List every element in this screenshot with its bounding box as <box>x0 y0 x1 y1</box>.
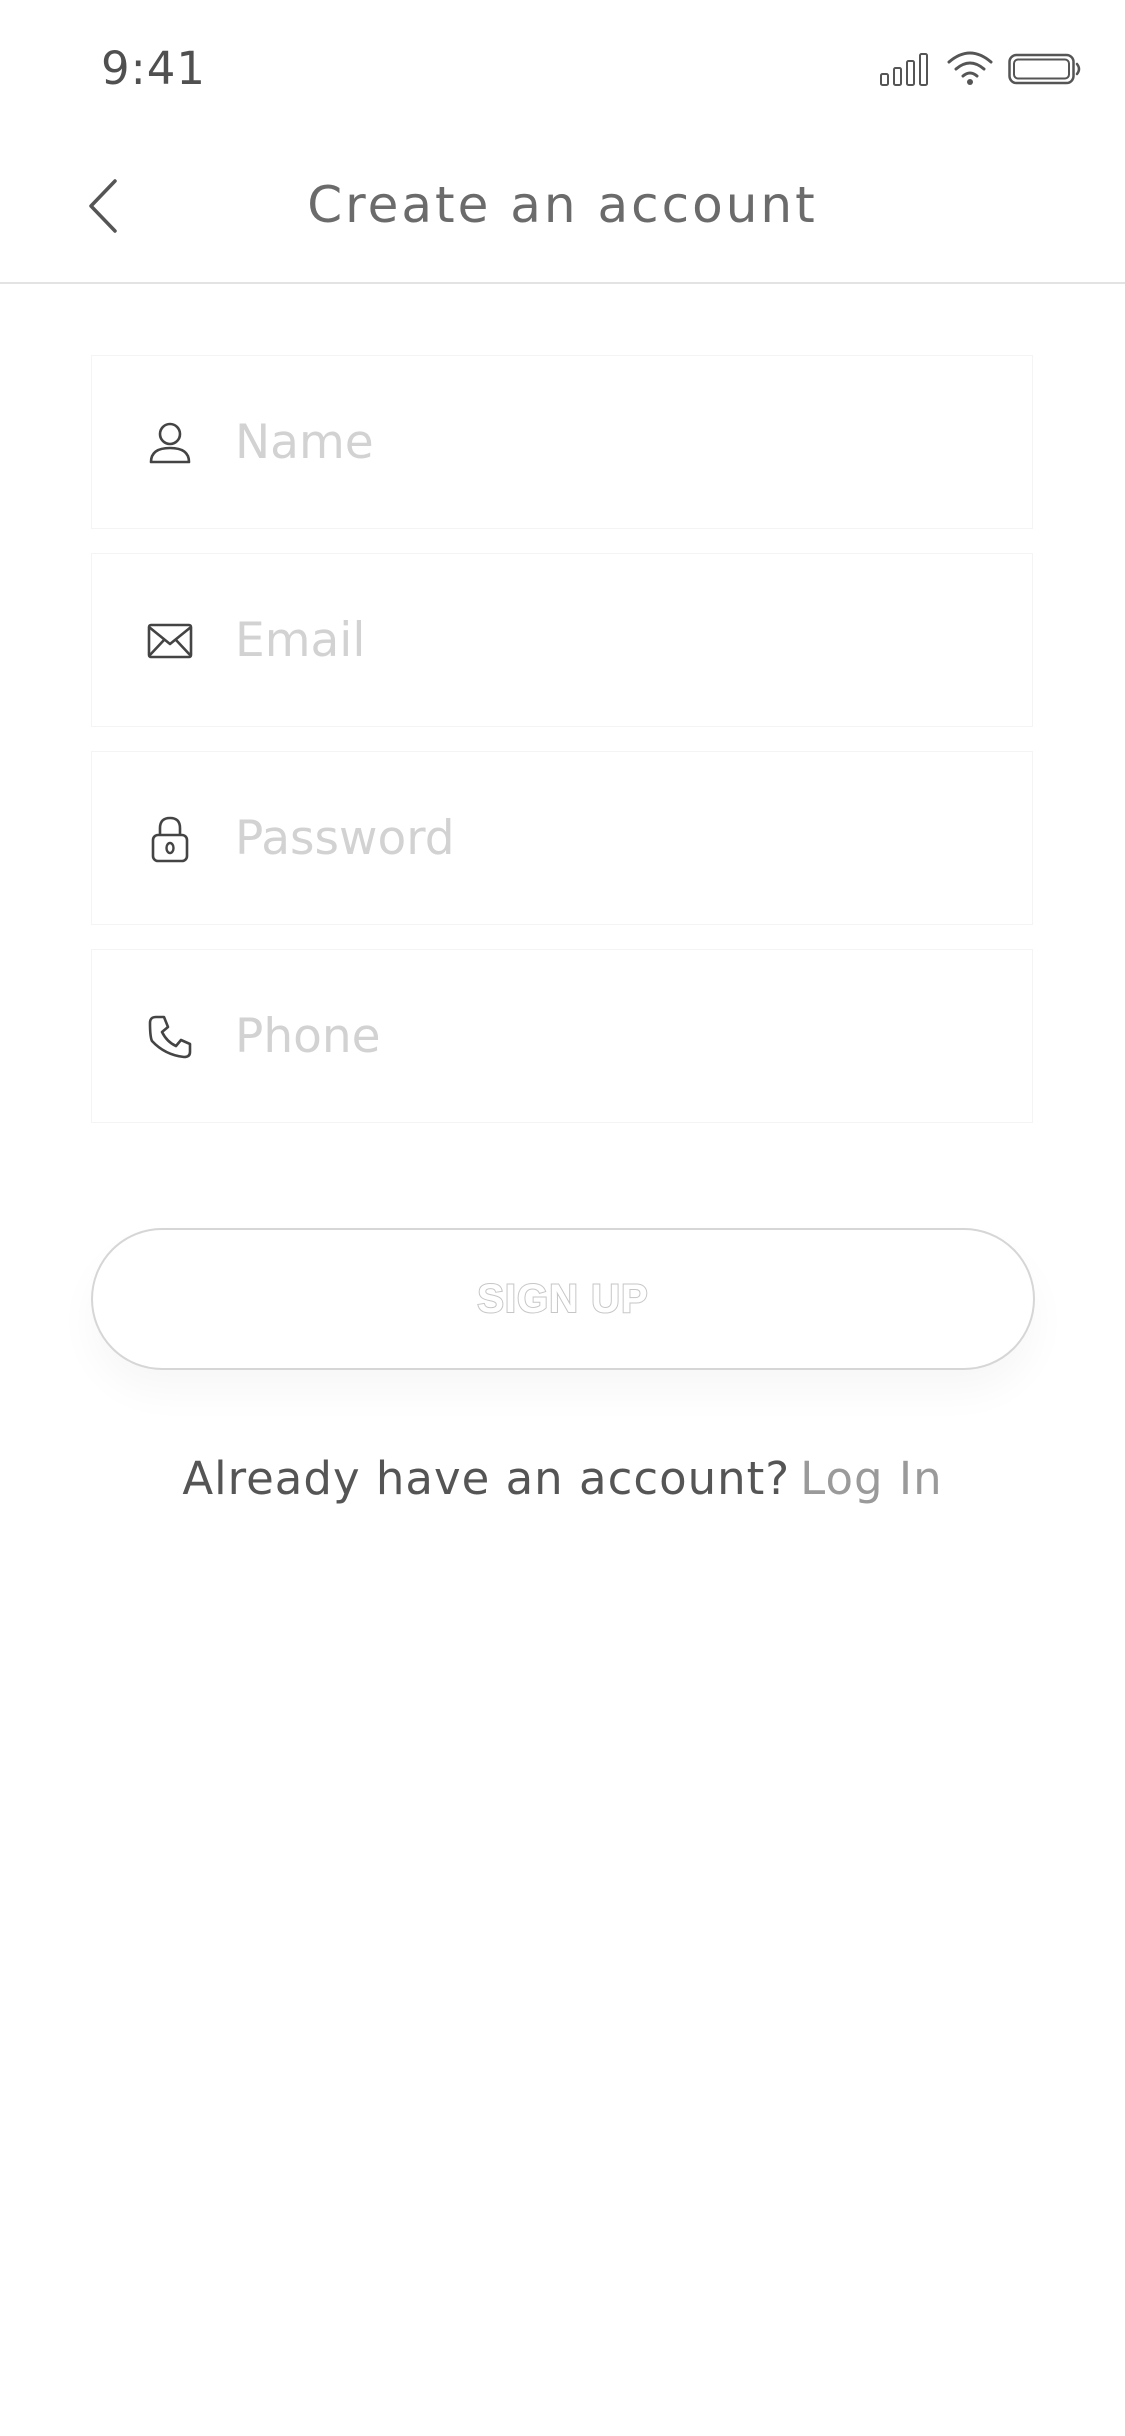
status-time: 9:41 <box>101 42 207 95</box>
email-field[interactable] <box>91 553 1033 727</box>
signup-form <box>91 355 1035 1147</box>
page-title: Create an account <box>307 176 818 234</box>
battery-icon <box>1008 53 1081 85</box>
phone-icon <box>144 1011 196 1063</box>
phone-input[interactable] <box>235 950 995 1122</box>
user-icon <box>144 417 196 469</box>
signal-icon <box>880 53 928 86</box>
status-bar: 9:41 <box>0 0 1125 140</box>
phone-field[interactable] <box>91 949 1033 1123</box>
name-field[interactable] <box>91 355 1033 529</box>
nav-bar: Create an account <box>0 140 1125 284</box>
login-link[interactable]: Log In <box>800 1452 942 1505</box>
signup-screen: 9:41 Create an account Name Email Phone … <box>0 0 1125 2436</box>
envelope-icon <box>144 615 196 667</box>
password-field[interactable] <box>91 751 1033 925</box>
password-input[interactable] <box>235 752 995 924</box>
signup-button[interactable]: SIGN UP <box>91 1228 1035 1370</box>
wifi-icon <box>947 51 993 85</box>
login-prompt: Already have an account? Log In <box>0 1452 1125 1505</box>
signup-button-label: SIGN UP <box>476 1276 649 1322</box>
login-prompt-text: Already have an account? <box>182 1452 791 1505</box>
lock-icon <box>144 813 196 865</box>
name-input[interactable] <box>235 356 995 528</box>
email-input[interactable] <box>235 554 995 726</box>
